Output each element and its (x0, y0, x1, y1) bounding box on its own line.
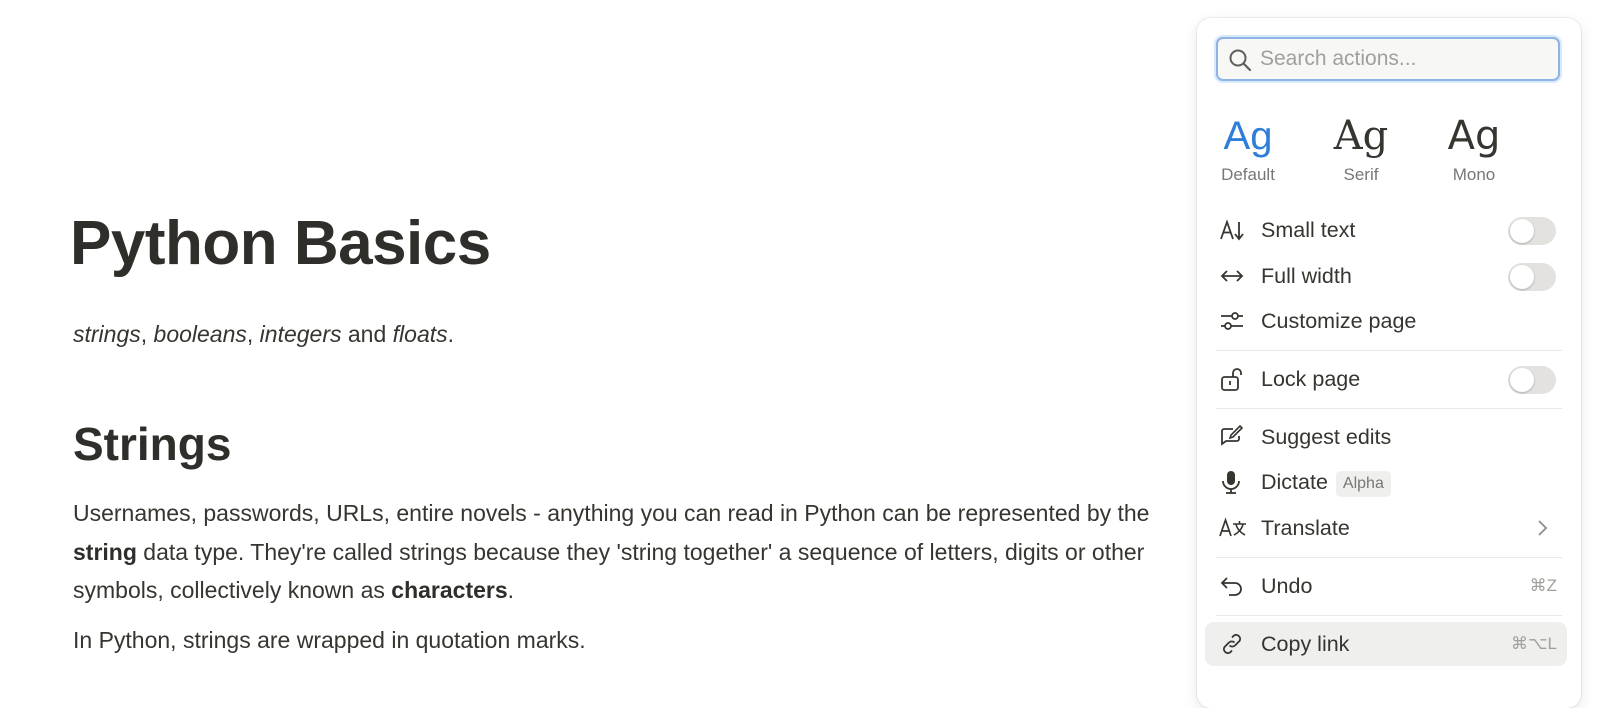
menu-item-label: Customize page (1261, 309, 1417, 333)
font-preview: Ag (1223, 114, 1273, 158)
paragraph-text: Usernames, passwords, URLs, entire novel… (73, 500, 1150, 526)
menu-item-undo[interactable]: Undo ⌘Z (1197, 564, 1581, 608)
subtitle-conjunction: and (341, 321, 393, 347)
menu-divider (1216, 557, 1562, 558)
menu-item-full-width[interactable]: Full width (1197, 254, 1581, 298)
subtitle-end: . (447, 321, 455, 347)
subtitle-term: booleans (153, 321, 247, 347)
menu-item-dictate[interactable]: Dictate Alpha (1197, 460, 1581, 504)
font-option-serif[interactable]: Ag Serif (1306, 110, 1416, 188)
menu-item-copy-link[interactable]: Copy link ⌘⌥L (1197, 622, 1581, 666)
menu-item-small-text[interactable]: Small text (1197, 208, 1581, 252)
small-text-icon (1219, 218, 1245, 242)
lock-page-toggle[interactable] (1508, 366, 1556, 394)
font-selector: Ag Default Ag Serif Ag Mono (1197, 110, 1581, 210)
alpha-badge: Alpha (1335, 471, 1391, 497)
undo-icon (1219, 574, 1245, 598)
chevron-right-icon (1535, 518, 1549, 538)
font-option-default[interactable]: Ag Default (1193, 110, 1303, 188)
bold-term: string (73, 538, 137, 565)
subtitle-separator: , (246, 321, 260, 347)
page-title[interactable]: Python Basics (70, 206, 491, 282)
sliders-icon (1219, 309, 1245, 333)
font-option-label: Default (1221, 165, 1275, 184)
subtitle-term: strings (73, 321, 141, 347)
microphone-icon (1219, 470, 1245, 494)
search-input[interactable] (1260, 43, 1550, 75)
menu-item-label: Suggest edits (1261, 425, 1392, 449)
lock-icon (1219, 367, 1245, 391)
small-text-toggle[interactable] (1508, 217, 1556, 245)
menu-item-label: Copy link (1261, 632, 1350, 656)
menu-item-translate[interactable]: Translate (1197, 506, 1581, 550)
subtitle-term: floats (392, 321, 448, 347)
menu-item-suggest-edits[interactable]: Suggest edits (1197, 415, 1581, 459)
search-icon (1228, 48, 1252, 72)
translate-icon (1219, 516, 1246, 540)
bold-term: characters (391, 577, 508, 603)
menu-divider (1216, 350, 1562, 351)
font-option-label: Serif (1343, 165, 1379, 184)
font-preview: Ag (1447, 113, 1501, 159)
suggest-edit-icon (1219, 425, 1245, 449)
paragraph-text: data type. They're called strings becaus… (73, 538, 1145, 604)
menu-item-label: Small text (1261, 218, 1356, 242)
keyboard-shortcut: ⌘Z (1529, 576, 1557, 595)
menu-item-label: Dictate (1261, 470, 1328, 494)
page-subtitle[interactable]: strings, booleans, integers and floats. (73, 318, 454, 350)
section-heading[interactable]: Strings (73, 416, 231, 472)
menu-item-label-wrap: Dictate Alpha (1261, 469, 1391, 497)
page-options-menu: Ag Default Ag Serif Ag Mono Small text F… (1197, 18, 1581, 708)
menu-item-lock-page[interactable]: Lock page (1197, 357, 1581, 401)
menu-item-label: Lock page (1261, 367, 1361, 391)
paragraph-strings-intro[interactable]: Usernames, passwords, URLs, entire novel… (73, 494, 1153, 610)
paragraph-quotation[interactable]: In Python, strings are wrapped in quotat… (73, 624, 586, 656)
font-option-mono[interactable]: Ag Mono (1419, 110, 1529, 188)
menu-item-label: Translate (1261, 516, 1350, 540)
menu-divider (1216, 408, 1562, 409)
menu-item-label: Full width (1261, 264, 1352, 288)
search-box[interactable] (1216, 37, 1560, 81)
full-width-toggle[interactable] (1508, 263, 1556, 291)
full-width-icon (1219, 264, 1245, 288)
link-icon (1219, 632, 1245, 656)
menu-item-customize-page[interactable]: Customize page (1197, 299, 1581, 343)
font-preview: Ag (1333, 113, 1389, 159)
subtitle-term: integers (259, 321, 342, 347)
menu-item-label: Undo (1261, 574, 1313, 598)
menu-divider (1216, 615, 1562, 616)
keyboard-shortcut: ⌘⌥L (1510, 634, 1557, 653)
subtitle-separator: , (140, 321, 154, 347)
paragraph-text: . (507, 577, 515, 603)
font-option-label: Mono (1452, 165, 1496, 184)
